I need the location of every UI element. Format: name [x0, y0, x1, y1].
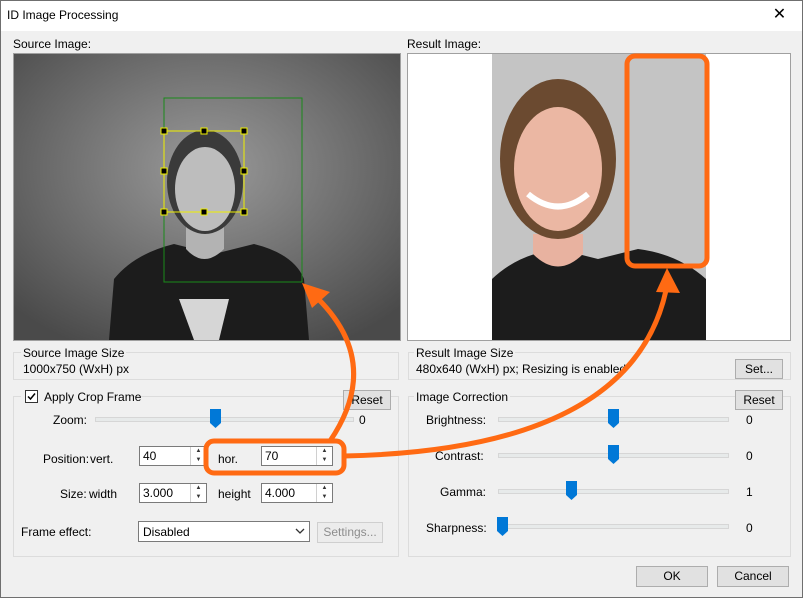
ok-button[interactable]: OK [636, 566, 708, 587]
source-size-value: 1000x750 (WxH) px [23, 362, 130, 376]
width-value: 3.000 [143, 486, 174, 500]
contrast-label: Contrast: [435, 449, 484, 463]
vert-down-icon[interactable]: ▼ [191, 456, 206, 465]
position-label: Position: [43, 452, 90, 466]
apply-crop-frame-checkbox[interactable] [25, 390, 38, 403]
zoom-slider-track[interactable] [95, 417, 354, 422]
title-bar: ID Image Processing ✕ [1, 1, 802, 31]
height-down-icon[interactable]: ▼ [317, 493, 332, 502]
checkmark-icon [27, 393, 36, 401]
result-size-value: 480x640 (WxH) px; Resizing is enabled [416, 362, 627, 376]
width-down-icon[interactable]: ▼ [191, 493, 206, 502]
hor-label: hor. [218, 452, 239, 466]
frame-effect-value: Disabled [143, 525, 190, 539]
source-size-title: Source Image Size [21, 346, 127, 360]
source-image-label: Source Image: [13, 37, 92, 51]
vert-stepper[interactable]: 40 ▲ ▼ [139, 446, 207, 466]
height-stepper[interactable]: 4.000 ▲ ▼ [261, 483, 333, 503]
brightness-value: 0 [746, 413, 753, 427]
width-up-icon[interactable]: ▲ [191, 484, 206, 493]
hor-up-icon[interactable]: ▲ [317, 447, 332, 456]
zoom-value: 0 [359, 413, 366, 427]
gamma-value: 1 [746, 485, 753, 499]
contrast-slider-thumb[interactable] [608, 445, 619, 464]
close-icon[interactable]: ✕ [757, 1, 802, 30]
sharpness-slider-track[interactable] [498, 524, 729, 529]
cancel-button[interactable]: Cancel [717, 566, 789, 587]
source-image-view[interactable] [13, 53, 401, 341]
sharpness-label: Sharpness: [426, 521, 487, 535]
result-size-title: Result Image Size [414, 346, 516, 360]
zoom-label: Zoom: [53, 413, 88, 427]
vert-up-icon[interactable]: ▲ [191, 447, 206, 456]
source-photo [14, 54, 400, 340]
result-image-view [407, 53, 791, 341]
result-image-label: Result Image: [407, 37, 482, 51]
crop-reset-button[interactable]: Reset [343, 390, 391, 410]
width-stepper[interactable]: 3.000 ▲ ▼ [139, 483, 207, 503]
width-label: width [89, 487, 118, 501]
settings-button[interactable]: Settings... [317, 522, 383, 543]
zoom-slider-thumb[interactable] [210, 409, 221, 428]
height-up-icon[interactable]: ▲ [317, 484, 332, 493]
brightness-label: Brightness: [426, 413, 487, 427]
size-label: Size: [60, 487, 87, 501]
vert-label: vert. [90, 452, 114, 466]
hor-stepper[interactable]: 70 ▲ ▼ [261, 446, 333, 466]
brightness-slider-thumb[interactable] [608, 409, 619, 428]
gamma-slider-thumb[interactable] [566, 481, 577, 500]
window-title: ID Image Processing [7, 8, 119, 22]
set-button[interactable]: Set... [735, 359, 783, 379]
frame-effect-label: Frame effect: [21, 525, 92, 539]
sharpness-value: 0 [746, 521, 753, 535]
frame-effect-select[interactable]: Disabled [138, 521, 310, 542]
image-correction-title: Image Correction [414, 390, 511, 404]
dialog-window: ID Image Processing ✕ Source Image: Resu… [0, 0, 803, 598]
gamma-label: Gamma: [440, 485, 487, 499]
height-label: height [218, 487, 251, 501]
hor-value: 70 [265, 449, 279, 463]
sharpness-slider-thumb[interactable] [497, 517, 508, 536]
height-value: 4.000 [265, 486, 296, 500]
result-photo [408, 54, 790, 340]
contrast-value: 0 [746, 449, 753, 463]
chevron-down-icon [295, 528, 305, 534]
gamma-slider-track[interactable] [498, 489, 729, 494]
apply-crop-frame-label: Apply Crop Frame [44, 390, 142, 404]
hor-down-icon[interactable]: ▼ [317, 456, 332, 465]
vert-value: 40 [143, 449, 157, 463]
correction-reset-button[interactable]: Reset [735, 390, 783, 410]
